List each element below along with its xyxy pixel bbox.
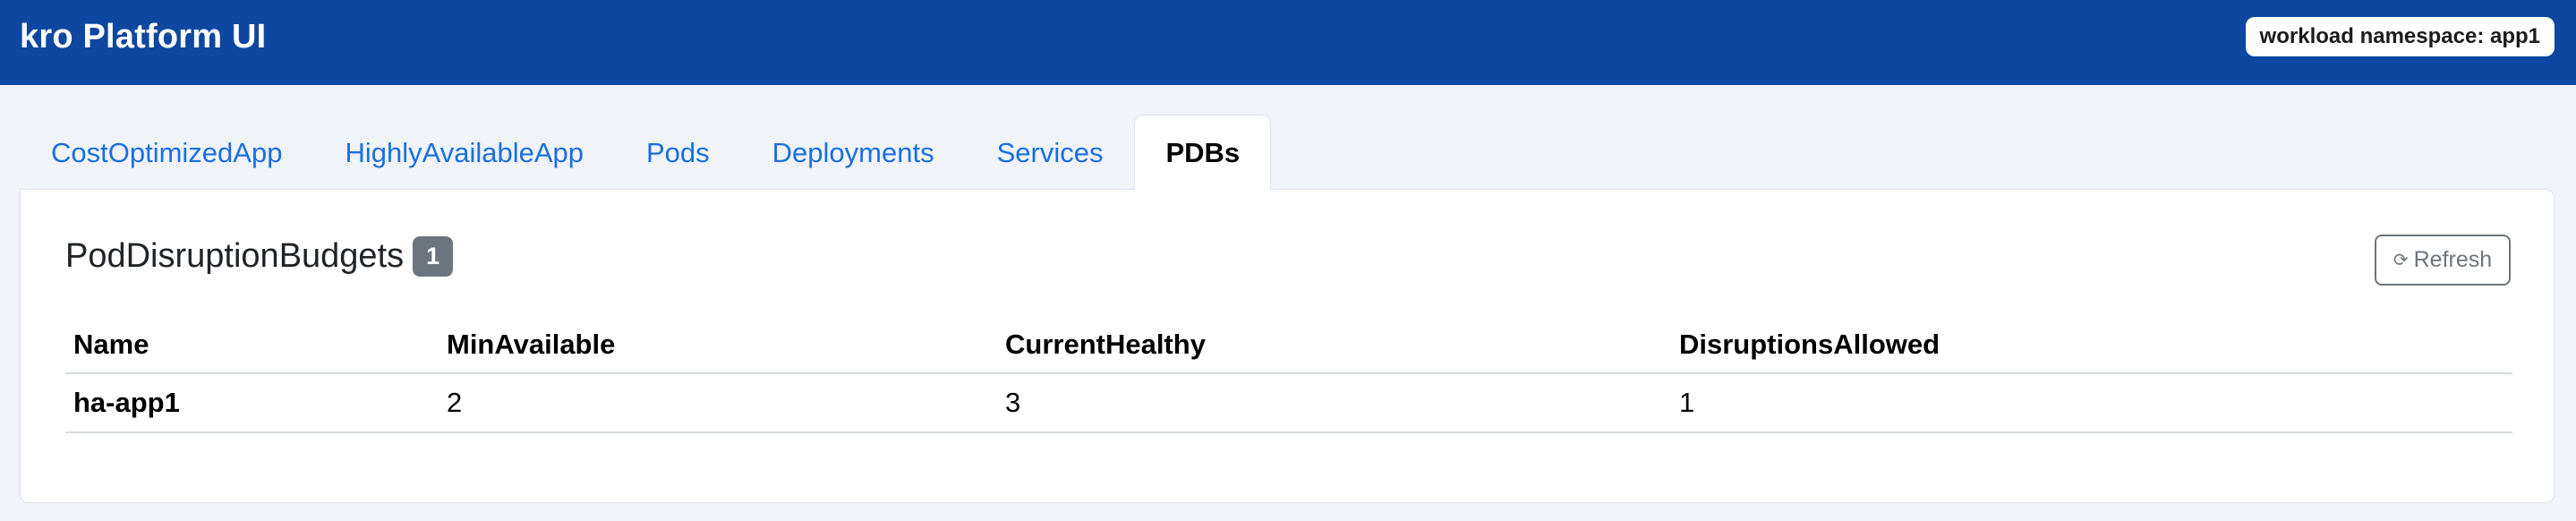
tab-pdbs[interactable]: PDBs	[1134, 115, 1272, 191]
column-header-disruptionsallowed: DisruptionsAllowed	[1671, 316, 2512, 374]
panel-title: PodDisruptionBudgets	[65, 237, 405, 275]
refresh-icon: ⟳	[2393, 251, 2409, 270]
column-header-minavailable: MinAvailable	[439, 316, 997, 374]
pdb-panel: PodDisruptionBudgets 1 ⟳ Refresh Name Mi…	[20, 189, 2555, 503]
table-header-row: Name MinAvailable CurrentHealthy Disrupt…	[65, 316, 2512, 374]
resource-tabs: CostOptimizedApp HighlyAvailableApp Pods…	[20, 115, 1272, 191]
tab-deployments[interactable]: Deployments	[741, 115, 966, 190]
tab-pods[interactable]: Pods	[615, 115, 741, 190]
namespace-badge: workload namespace: app1	[2245, 16, 2555, 56]
brand-title[interactable]: kro Platform UI	[20, 18, 266, 56]
refresh-button[interactable]: ⟳ Refresh	[2375, 235, 2511, 286]
tab-costoptimizedapp[interactable]: CostOptimizedApp	[20, 115, 313, 190]
tab-highlyavailableapp[interactable]: HighlyAvailableApp	[313, 115, 615, 190]
tab-services[interactable]: Services	[966, 115, 1135, 190]
cell-name: ha-app1	[65, 373, 439, 433]
refresh-label: Refresh	[2413, 247, 2493, 272]
cell-minavailable: 2	[439, 373, 997, 433]
panel-header: PodDisruptionBudgets 1	[65, 236, 454, 277]
column-header-currenthealthy: CurrentHealthy	[997, 316, 1671, 374]
pdb-table: Name MinAvailable CurrentHealthy Disrupt…	[65, 316, 2512, 433]
top-navbar: kro Platform UI workload namespace: app1	[0, 0, 2576, 85]
table-row: ha-app1 2 3 1	[65, 373, 2512, 433]
column-header-name: Name	[65, 316, 439, 374]
count-badge: 1	[413, 236, 454, 277]
cell-disruptionsallowed: 1	[1671, 373, 2512, 433]
cell-currenthealthy: 3	[997, 373, 1671, 433]
